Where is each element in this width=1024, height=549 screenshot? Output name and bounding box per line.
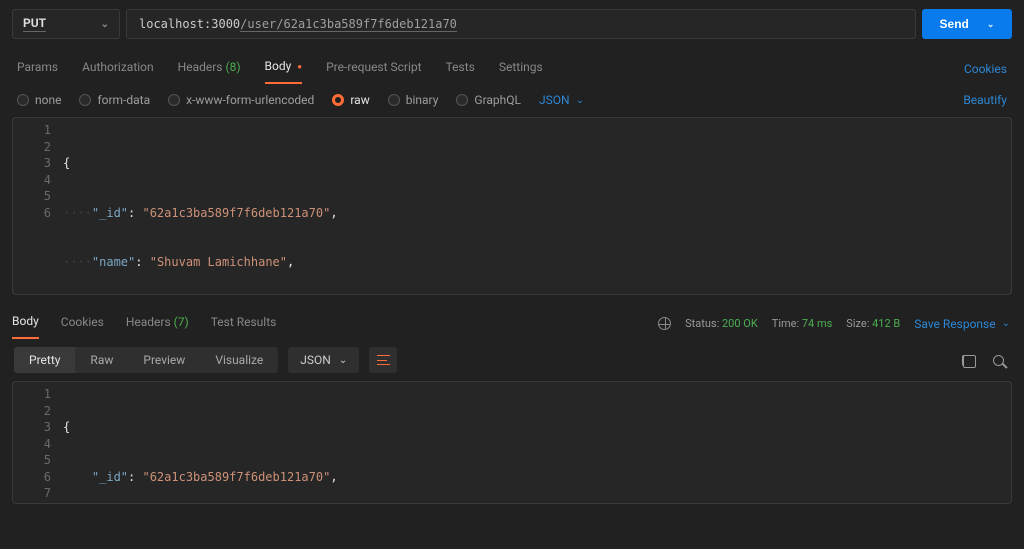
body-type-raw[interactable]: raw: [332, 93, 369, 107]
chevron-down-icon: ⌄: [339, 355, 347, 366]
tab-headers-label: Headers: [178, 60, 223, 74]
tab-prerequest[interactable]: Pre-request Script: [326, 54, 421, 83]
tab-tests[interactable]: Tests: [446, 54, 475, 83]
tab-headers[interactable]: Headers (8): [178, 54, 241, 83]
code-content: { ····"_id": "62a1c3ba589f7f6deb121a70",…: [63, 122, 1011, 295]
send-button[interactable]: Send ⌄: [922, 9, 1012, 39]
tab-headers-count: (8): [225, 60, 240, 74]
view-preview[interactable]: Preview: [128, 347, 200, 373]
chevron-down-icon: ⌄: [1002, 318, 1010, 329]
send-button-label: Send: [940, 17, 969, 31]
http-method-select[interactable]: PUT ⌄: [12, 9, 120, 39]
search-icon[interactable]: [993, 355, 1004, 366]
tab-body[interactable]: Body ●: [265, 53, 303, 84]
url-path: /user/62a1c3ba589f7f6deb121a70: [240, 17, 457, 32]
tab-settings[interactable]: Settings: [499, 54, 543, 83]
view-visualize[interactable]: Visualize: [200, 347, 278, 373]
line-gutter: 1234567: [13, 386, 63, 504]
body-type-formdata[interactable]: form-data: [79, 93, 150, 107]
request-body-editor[interactable]: 123456 { ····"_id": "62a1c3ba589f7f6deb1…: [12, 117, 1012, 295]
body-type-xwww[interactable]: x-www-form-urlencoded: [168, 93, 314, 107]
copy-icon[interactable]: [962, 355, 973, 366]
cookies-link[interactable]: Cookies: [964, 62, 1007, 76]
line-gutter: 123456: [13, 122, 63, 295]
view-pretty[interactable]: Pretty: [14, 347, 75, 373]
raw-format-select[interactable]: JSON ⌄: [539, 93, 584, 107]
body-type-none[interactable]: none: [17, 93, 61, 107]
body-type-binary[interactable]: binary: [388, 93, 439, 107]
response-tab-test-results[interactable]: Test Results: [211, 309, 277, 338]
response-body-editor[interactable]: 1234567 { "_id": "62a1c3ba589f7f6deb121a…: [12, 381, 1012, 504]
chevron-down-icon: ⌄: [101, 19, 109, 30]
body-type-graphql[interactable]: GraphQL: [456, 93, 521, 107]
response-format-select[interactable]: JSON ⌄: [288, 347, 359, 373]
beautify-link[interactable]: Beautify: [963, 93, 1007, 107]
url-host: localhost:3000: [139, 17, 240, 31]
tab-params[interactable]: Params: [17, 54, 58, 83]
url-input[interactable]: localhost:3000/user/62a1c3ba589f7f6deb12…: [126, 9, 916, 39]
wrap-icon: [377, 355, 390, 365]
response-tab-body[interactable]: Body: [12, 308, 39, 339]
response-tab-headers[interactable]: Headers (7): [126, 309, 189, 338]
status-label: Status: 200 OK: [685, 317, 758, 330]
http-method-value: PUT: [23, 16, 46, 32]
wrap-lines-button[interactable]: [369, 347, 397, 373]
chevron-down-icon: ⌄: [987, 19, 995, 30]
response-tab-cookies[interactable]: Cookies: [61, 309, 104, 338]
chevron-down-icon: ⌄: [576, 95, 584, 106]
time-label: Time: 74 ms: [772, 317, 833, 330]
view-mode-segment: Pretty Raw Preview Visualize: [14, 347, 278, 373]
size-label: Size: 412 B: [846, 317, 900, 330]
view-raw[interactable]: Raw: [75, 347, 128, 373]
tab-authorization[interactable]: Authorization: [82, 54, 154, 83]
save-response-button[interactable]: Save Response ⌄: [914, 317, 1010, 331]
modified-dot-icon: ●: [297, 62, 302, 71]
code-content: { "_id": "62a1c3ba589f7f6deb121a70", "em…: [63, 386, 1011, 504]
tab-body-label: Body: [265, 59, 292, 73]
globe-icon: [658, 317, 671, 330]
